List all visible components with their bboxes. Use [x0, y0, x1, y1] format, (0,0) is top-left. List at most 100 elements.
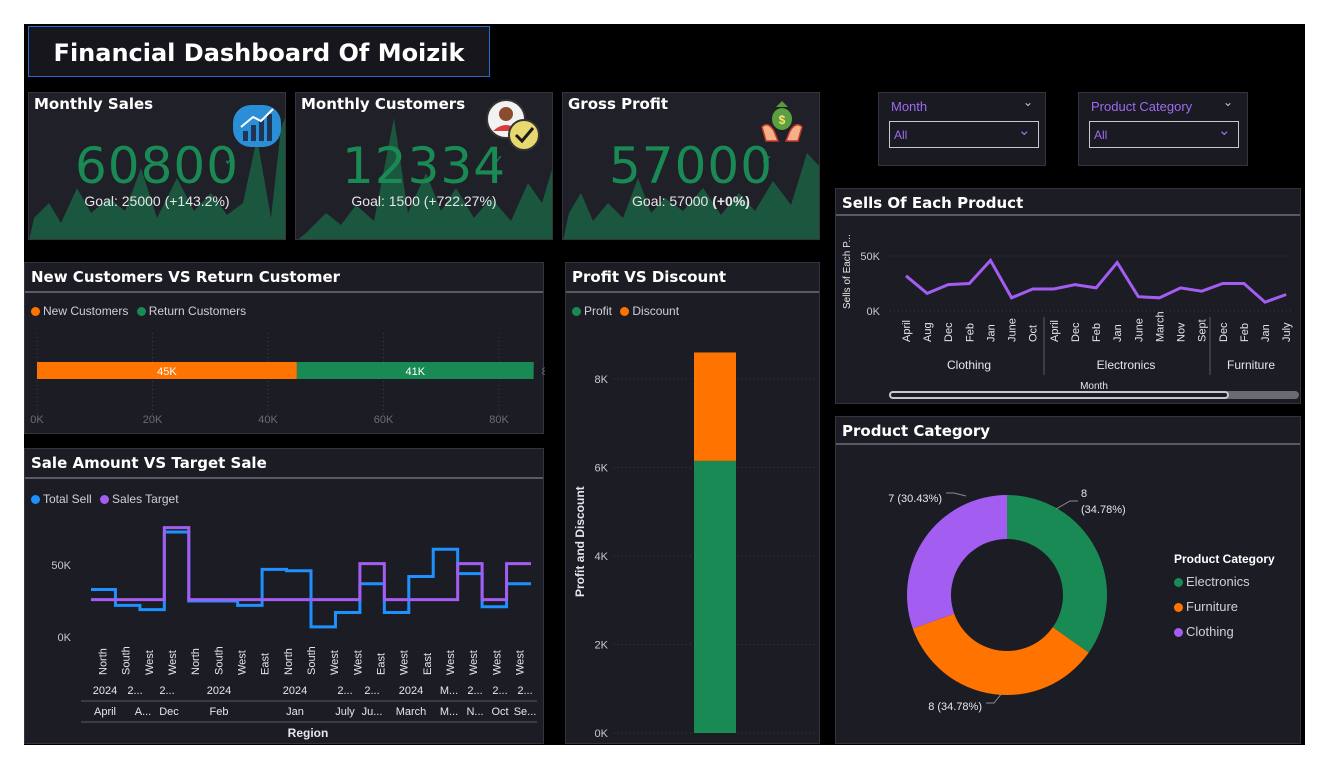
horizontal-scrollbar[interactable] [889, 391, 1299, 399]
y-tick-label: 6K [595, 463, 609, 475]
x-tick-label: West [491, 650, 503, 675]
month-label: Ju... [362, 706, 383, 718]
title-divider [25, 291, 543, 293]
month-dropdown[interactable]: All ⌄ [889, 121, 1039, 148]
category-chart-panel[interactable]: Product Category 8 (34.78%) 7 (30.43%) 8 (3… [835, 416, 1301, 744]
data-label: 8 (34.78%) [928, 701, 982, 713]
x-tick-label: 20K [143, 414, 163, 426]
x-tick-label: North [283, 648, 295, 675]
sale-chart-panel[interactable]: Sale Amount VS Target Sale Total Sell Sa… [24, 448, 544, 744]
chevron-down-icon[interactable]: ⌄ [1023, 95, 1033, 109]
x-tick-label: Feb [1239, 323, 1251, 342]
customers-bar-chart: 0K 20K 40K 60K 80K 45K 41K 86K [30, 333, 545, 426]
x-tick-label: March [1154, 311, 1166, 342]
x-tick-label: South [121, 646, 133, 675]
donut-slice-clothing [907, 495, 1007, 629]
dropdown-value: All [1094, 128, 1108, 142]
x-tick-label: West [445, 650, 457, 675]
x-tick-label: North [190, 648, 202, 675]
x-tick-label: East [422, 653, 434, 675]
x-tick-label: Dec [1218, 322, 1230, 342]
month-label: Jan [286, 706, 304, 718]
product-category-slicer[interactable]: Product Category ⌄ All ⌄ [1078, 92, 1248, 166]
group-label: Clothing [947, 358, 991, 372]
y-tick-label: 2K [595, 640, 609, 652]
y-tick-label: 4K [595, 551, 609, 563]
year-label: 2... [517, 685, 532, 697]
year-label: 2024 [93, 685, 117, 697]
data-label: 7 (30.43%) [888, 493, 942, 505]
month-slicer[interactable]: Month ⌄ All ⌄ [878, 92, 1046, 166]
x-tick-label: 80K [489, 414, 509, 426]
month-label: July [335, 706, 355, 718]
year-label: 2... [492, 685, 507, 697]
kpi-title: Gross Profit [568, 95, 669, 113]
x-tick-label: West [468, 650, 480, 675]
x-tick-label: West [329, 650, 341, 675]
x-tick-label: Nov [1176, 322, 1188, 342]
bar-discount [694, 352, 736, 461]
series-line [91, 530, 531, 629]
y-tick-label: 0K [867, 306, 881, 318]
customers-chart-panel[interactable]: New Customers VS Return Customer New Cus… [24, 262, 545, 434]
x-tick-label: June [1007, 318, 1019, 342]
data-label: 45K [157, 366, 177, 378]
dashboard-title-box: Financial Dashboard Of Moizik [28, 26, 490, 77]
kpi-card-monthly-customers[interactable]: Monthly Customers 12334 ✓ Goal: 1500 (+7… [295, 92, 553, 240]
x-tick-label: Feb [1091, 323, 1103, 342]
x-tick-label: Aug [922, 322, 934, 342]
year-label: 2024 [399, 685, 423, 697]
data-label: (34.78%) [1081, 504, 1126, 516]
chevron-down-icon[interactable]: ⌄ [1223, 95, 1233, 109]
y-tick-label: 0K [595, 728, 609, 740]
y-tick-label: 0K [58, 632, 72, 644]
year-label: 2024 [207, 685, 231, 697]
category-dropdown[interactable]: All ⌄ [1089, 121, 1239, 148]
kpi-goal: Goal: 25000 (+143.2%) [84, 193, 230, 209]
year-label: 2... [159, 685, 174, 697]
legend-item-electronics: Electronics [1174, 574, 1250, 589]
group-label: Electronics [1097, 358, 1156, 372]
panel-title: New Customers VS Return Customer [31, 268, 341, 286]
x-tick-label: West [144, 650, 156, 675]
x-tick-label: Jan [985, 324, 997, 342]
y-tick-label: 50K [51, 560, 71, 572]
product-line-chart: Sells of Each P... 50K 0K April Aug Dec Feb Jan… [842, 234, 1294, 392]
svg-text:$: $ [779, 113, 786, 127]
profit-stacked-bar-chart: Profit and Discount 8K 6K 4K 2K 0K [573, 352, 816, 740]
x-tick-label: 40K [258, 414, 278, 426]
x-axis-label: Region [288, 726, 329, 740]
leader-line [1055, 500, 1078, 510]
kpi-card-gross-profit[interactable]: Gross Profit $ 57000 ✓ Goal: 57000 (+0%) [562, 92, 820, 240]
profit-chart-panel[interactable]: Profit VS Discount Profit Discount Profi… [565, 262, 820, 744]
kpi-goal: Goal: 57000 (+0%) [632, 193, 750, 209]
year-label: 2... [364, 685, 379, 697]
x-tick-label: South [213, 646, 225, 675]
x-tick-label: West [237, 650, 249, 675]
month-label: Se... [514, 706, 537, 718]
kpi-title: Monthly Sales [34, 95, 154, 113]
chart-legend: New Customers Return Customers [31, 304, 246, 318]
year-label: 2... [467, 685, 482, 697]
x-tick-label: Feb [964, 323, 976, 342]
x-tick-label: June [1133, 318, 1145, 342]
x-tick-label: West [352, 650, 364, 675]
slicer-label: Product Category [1091, 99, 1193, 114]
y-axis-label: Profit and Discount [573, 486, 587, 597]
month-label: Feb [210, 706, 229, 718]
x-tick-label: West [399, 650, 411, 675]
data-label: 41K [405, 366, 425, 378]
scrollbar-thumb[interactable] [889, 391, 1229, 399]
x-tick-label: South [306, 646, 318, 675]
kpi-card-monthly-sales[interactable]: Monthly Sales 60800 ✓ Goal: 25000 (+143.… [28, 92, 286, 240]
x-tick-label: East [260, 653, 272, 675]
bar-profit [694, 460, 736, 733]
kpi-value: 12334 [341, 137, 507, 195]
x-tick-label: Sept [1197, 319, 1209, 342]
x-tick-label: 60K [374, 414, 394, 426]
product-chart-panel[interactable]: Sells Of Each Product Sells of Each P...… [835, 188, 1301, 404]
legend-title: Product Category [1174, 552, 1275, 566]
leader-line [946, 492, 967, 497]
x-tick-label: Dec [1070, 322, 1082, 342]
x-tick-label: Dec [943, 322, 955, 342]
